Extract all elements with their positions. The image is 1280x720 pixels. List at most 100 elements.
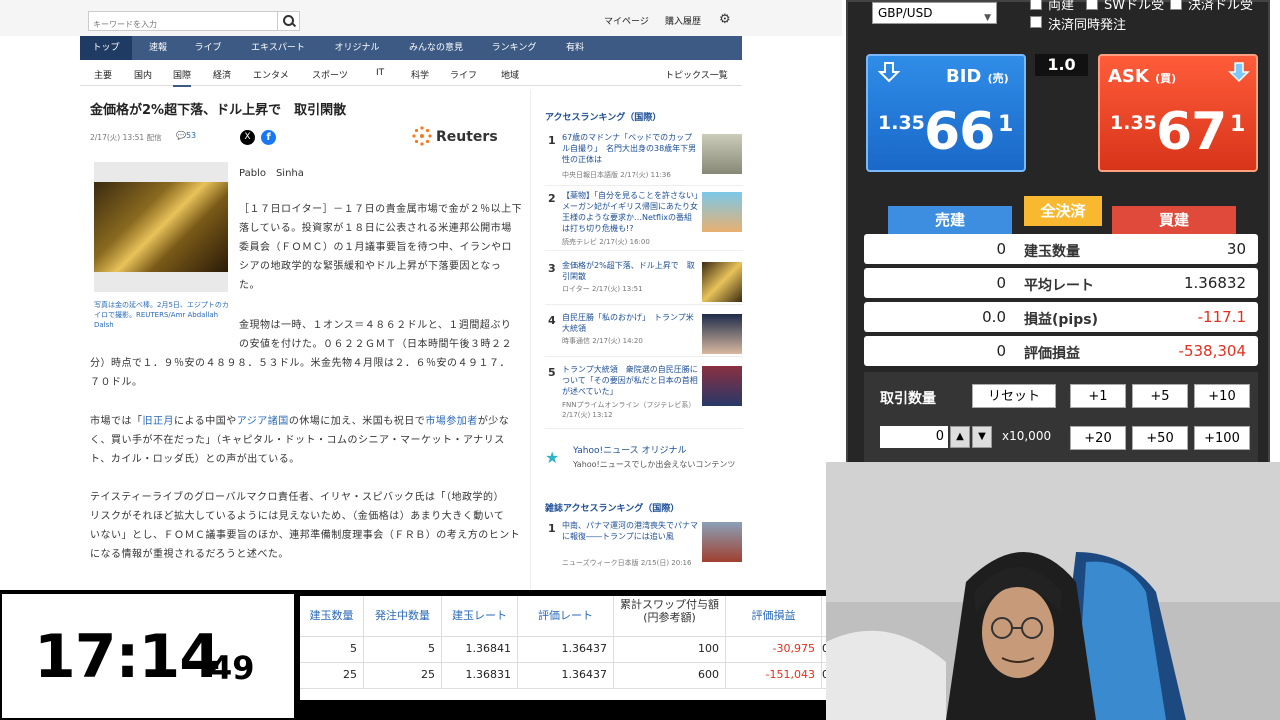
- ranking-item[interactable]: 1 67歳のマドンナ「ベッドでのカップル自撮り」 名門大出身の38歳年下男性の正…: [545, 132, 743, 190]
- divider: [545, 250, 743, 251]
- search-icon[interactable]: [277, 12, 299, 30]
- buy-position-tab[interactable]: 買建: [1112, 206, 1236, 234]
- trade-quantity-label: 取引数量: [880, 391, 936, 407]
- p3-text: 市場では「: [90, 416, 143, 427]
- subtab-main[interactable]: 主要: [94, 68, 112, 81]
- divider: [545, 428, 743, 429]
- table-cell: 1.36841: [442, 636, 518, 662]
- increment-10-button[interactable]: +10: [1194, 384, 1250, 408]
- unrealized-pl-row: 0 評価損益 -538,304: [864, 336, 1258, 366]
- tab-opinions[interactable]: みんなの意見: [398, 36, 474, 60]
- ranking-item[interactable]: 2 【薬物】「自分を見ることを許さない」メーガン妃がイギリス帰国にあたり女王様の…: [545, 190, 743, 248]
- x-share-icon[interactable]: X: [240, 130, 255, 145]
- tab-paid[interactable]: 有料: [554, 36, 596, 60]
- rank-headline[interactable]: 金価格が2%超下落、ドル上昇で 取引閑散: [562, 260, 698, 282]
- rank-headline[interactable]: 中南、パナマ運河の港湾喪失でパナマに報復――トランプには追い風: [562, 520, 698, 542]
- divider: [545, 304, 743, 305]
- p1-line: た。: [239, 280, 260, 291]
- bid-sell-button[interactable]: BID (売) 1.35 66 1: [866, 54, 1026, 172]
- quantity-unit: x10,000: [1002, 429, 1052, 443]
- tab-ranking[interactable]: ランキング: [480, 36, 548, 60]
- sell-position-tab[interactable]: 売建: [888, 206, 1012, 234]
- p1-line: ［１７日ロイター］－１７日の貴金属市場で金が２％以上下: [239, 204, 523, 215]
- subtab-international[interactable]: 国際: [173, 68, 192, 87]
- tab-top[interactable]: トップ: [80, 36, 132, 60]
- ranking-item[interactable]: 5 トランプ大統領 衆院選の自民圧勝について「その要因が私だと日本の首相が述べて…: [545, 364, 743, 422]
- ask-text: ASK: [1108, 66, 1149, 87]
- subtab-domestic[interactable]: 国内: [134, 68, 152, 81]
- simultaneous-order-checkbox[interactable]: [1030, 16, 1042, 28]
- ranking-item[interactable]: 3 金価格が2%超下落、ドル上昇で 取引閑散 ロイター 2/17(火) 13:5…: [545, 260, 743, 318]
- rank-headline[interactable]: 67歳のマドンナ「ベッドでのカップル自撮り」 名門大出身の38歳年下男性の正体は: [562, 132, 698, 165]
- photo-caption[interactable]: 写真は金の延べ棒。2月5日、エジプトのカイロで撮影。REUTERS/Amr Ab…: [94, 300, 234, 330]
- increment-50-button[interactable]: +50: [1132, 426, 1188, 450]
- table-cell: 1.36437: [518, 636, 614, 662]
- subtab-sports[interactable]: スポーツ: [312, 68, 348, 81]
- quantity-down-button[interactable]: ▼: [972, 426, 992, 448]
- paragraph-3: 市場では「旧正月による中国やアジア諸国の休場に加え、米国も祝日で市場参加者が少な…: [90, 412, 524, 469]
- tab-live[interactable]: ライブ: [184, 36, 232, 60]
- rank-headline[interactable]: トランプ大統領 衆院選の自民圧勝について「その要因が私だと日本の首相が述べていた…: [562, 364, 698, 397]
- subtab-it[interactable]: IT: [376, 68, 384, 78]
- rank-source: FNNプライムオンライン（フジテレビ系） 2/17(火) 13:12: [562, 401, 696, 419]
- swap-receive-checkbox[interactable]: [1086, 0, 1098, 10]
- keyword-link[interactable]: 旧正月: [143, 416, 175, 427]
- hedge-label: 両建: [1048, 0, 1075, 13]
- keyword-link[interactable]: アジア諸国: [237, 416, 289, 427]
- rank-headline[interactable]: 自民圧勝「私のおかげ」 トランプ米大統領: [562, 312, 698, 334]
- search-input[interactable]: [89, 15, 275, 34]
- tab-breaking[interactable]: 速報: [136, 36, 180, 60]
- reset-button[interactable]: リセット: [972, 384, 1056, 408]
- rank-headline[interactable]: 【薬物】「自分を見ることを許さない」メーガン妃がイギリス帰国にあたり女王様のよう…: [562, 190, 698, 234]
- rank-number: 5: [548, 366, 556, 379]
- gold-bar-image: [94, 182, 228, 272]
- mypage-link[interactable]: マイページ: [604, 14, 649, 27]
- stat-label: 建玉数量: [1024, 244, 1080, 260]
- close-all-button[interactable]: 全決済: [1024, 196, 1102, 226]
- topics-list-link[interactable]: トピックス一覧: [665, 68, 728, 81]
- increment-1-button[interactable]: +1: [1070, 384, 1126, 408]
- quantity-up-button[interactable]: ▲: [950, 426, 970, 448]
- subtab-economy[interactable]: 経済: [213, 68, 231, 81]
- subtab-science[interactable]: 科学: [411, 68, 429, 81]
- subtab-entertainment[interactable]: エンタメ: [253, 68, 289, 81]
- increment-100-button[interactable]: +100: [1194, 426, 1250, 450]
- column-header: 評価レート: [518, 596, 614, 636]
- rank-number: 4: [548, 314, 556, 327]
- tab-expert[interactable]: エキスパート: [240, 36, 316, 60]
- table-cell: 1.36831: [442, 662, 518, 688]
- rank-thumbnail: [702, 192, 742, 232]
- comment-count[interactable]: 💬53: [176, 131, 196, 140]
- hedge-checkbox[interactable]: [1030, 0, 1042, 10]
- keyword-link[interactable]: 市場参加者: [425, 416, 478, 427]
- increment-20-button[interactable]: +20: [1070, 426, 1126, 450]
- article-photo[interactable]: [94, 162, 228, 292]
- ranking-item[interactable]: 4 自民圧勝「私のおかげ」 トランプ米大統領 時事通信 2/17(火) 14:2…: [545, 312, 743, 370]
- ranking-item[interactable]: 1 中南、パナマ運河の港湾喪失でパナマに報復――トランプには追い風 ニューズウィ…: [545, 520, 743, 580]
- original-link[interactable]: Yahoo!ニュース オリジナル: [573, 443, 687, 456]
- column-header: 評価損益: [726, 596, 822, 636]
- ask-side: (買): [1155, 72, 1177, 85]
- subtab-local[interactable]: 地域: [501, 68, 519, 81]
- column-header: 建玉レート: [442, 596, 518, 636]
- row-divider: [300, 688, 832, 689]
- p2-line: 金現物は一時、１オンス＝４８６２ドルと、１週間超ぶり: [239, 320, 512, 331]
- gear-icon[interactable]: ⚙: [719, 13, 733, 27]
- tab-original[interactable]: オリジナル: [322, 36, 392, 60]
- table-cell: 5: [300, 636, 364, 662]
- rank-source: 読売テレビ 2/17(火) 16:00: [562, 238, 650, 246]
- subtab-life[interactable]: ライフ: [450, 68, 477, 81]
- table-cell: -30,975: [726, 636, 822, 662]
- currency-pair-select[interactable]: GBP/USD ▼: [872, 2, 997, 24]
- facebook-share-icon[interactable]: f: [261, 130, 276, 145]
- rank-thumbnail: [702, 314, 742, 354]
- buy-value: -538,304: [1178, 342, 1246, 360]
- settle-receive-checkbox[interactable]: [1170, 0, 1182, 10]
- ask-price-pips: 67: [1156, 102, 1227, 162]
- sell-value: 0.0: [982, 308, 1006, 326]
- rank-source: ロイター 2/17(火) 13:51: [562, 285, 643, 293]
- increment-5-button[interactable]: +5: [1132, 384, 1188, 408]
- quantity-input[interactable]: 0: [880, 426, 948, 448]
- purchase-history-link[interactable]: 購入履歴: [665, 14, 701, 27]
- ask-buy-button[interactable]: ASK (買) 1.35 67 1: [1098, 54, 1258, 172]
